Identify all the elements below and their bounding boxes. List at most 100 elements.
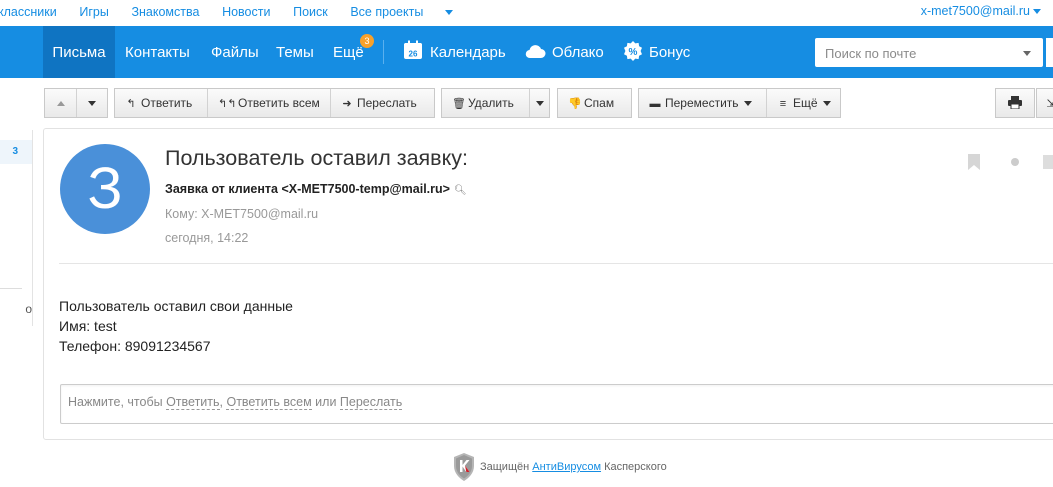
message-subject: Пользователь оставил заявку: — [165, 146, 468, 170]
user-email-menu[interactable]: x-met7500@mail.ru — [921, 4, 1041, 18]
reply-all-button[interactable]: ↰↰ Ответить всем — [208, 89, 330, 117]
spam-label: Спам — [584, 96, 615, 110]
delete-button[interactable]: 🗑 Удалить — [442, 89, 528, 117]
quick-forward-link[interactable]: Переслать — [339, 395, 403, 410]
message-body: Пользователь оставил свои данные Имя: te… — [59, 296, 293, 356]
delete-options-button[interactable] — [530, 89, 549, 117]
avatar: З — [60, 144, 150, 234]
nav-cloud-label: Облако — [552, 44, 604, 61]
magnifier-icon[interactable]: 🔍︎ — [454, 185, 467, 196]
reply-label: Ответить — [141, 96, 193, 110]
more-button[interactable]: ≡ Ещё — [767, 89, 840, 117]
message-from[interactable]: Заявка от клиента <X-MET7500-temp@mail.r… — [165, 182, 467, 196]
reply-icon: ↰ — [126, 98, 136, 110]
printer-icon — [1008, 96, 1022, 110]
spam-button[interactable]: 👎 Спам — [557, 88, 632, 118]
portal-bar: классники Игры Знакомства Новости Поиск … — [0, 0, 1053, 26]
prev-message-button[interactable] — [45, 89, 76, 117]
body-line: Телефон: 89091234567 — [59, 338, 211, 354]
user-email: x-met7500@mail.ru — [920, 4, 1030, 18]
quick-reply-comma: , — [219, 395, 223, 409]
portal-link-dating[interactable]: Знакомства — [131, 5, 199, 19]
sender: Заявка от клиента <X-MET7500-temp@mail.r… — [165, 182, 450, 196]
nav-contacts[interactable]: Контакты — [125, 26, 190, 78]
portal-link-search[interactable]: Поиск — [293, 5, 328, 19]
folder-sidebar: 3 о — [0, 130, 33, 330]
sidebar-divider — [0, 288, 22, 289]
nav-bonus-label: Бонус — [649, 44, 691, 61]
folder-icon: ▬ — [649, 98, 661, 110]
quick-reply-box[interactable]: Нажмите, чтобы Ответить, Ответить всем и… — [60, 384, 1053, 424]
chevron-down-icon — [743, 101, 752, 107]
bonus-icon: % — [624, 41, 642, 61]
nav-cloud[interactable]: Облако — [524, 26, 604, 78]
quick-reply-prefix: Нажмите, чтобы — [68, 395, 163, 409]
nav-divider — [383, 40, 384, 64]
nav-mail[interactable]: Письма — [43, 26, 115, 78]
nav-files[interactable]: Файлы — [211, 26, 259, 78]
expand-icon: ⇲ — [1046, 98, 1053, 110]
portal-link-games[interactable]: Игры — [79, 5, 108, 19]
nav-more[interactable]: Ещё 3 — [333, 26, 374, 78]
fullscreen-button[interactable]: ⇲ — [1036, 88, 1053, 118]
forward-label: Переслать — [357, 96, 417, 110]
kaspersky-shield-icon — [454, 453, 474, 481]
antivirus-link[interactable]: АнтиВирусом — [532, 461, 601, 473]
print-button[interactable] — [995, 88, 1035, 118]
chevron-down-icon — [535, 101, 544, 107]
move-button[interactable]: ▬ Переместить — [639, 89, 766, 117]
forward-icon: ➜ — [342, 98, 352, 110]
portal-link-all-projects[interactable]: Все проекты — [350, 5, 472, 19]
menu-icon: ≡ — [779, 98, 787, 110]
svg-text:%: % — [629, 47, 638, 58]
nav-calendar[interactable]: 26 Календарь — [403, 26, 506, 78]
quick-reply-hint: Нажмите, чтобы Ответить, Ответить всем и… — [68, 395, 403, 410]
arrow-down-icon — [88, 101, 96, 107]
antivirus-text: Защищён АнтиВирусом Касперского — [480, 461, 667, 473]
more-actions-icon[interactable] — [1043, 155, 1053, 169]
chevron-down-icon — [1033, 9, 1041, 15]
nav-calendar-label: Календарь — [430, 44, 506, 61]
chevron-down-icon — [822, 101, 831, 107]
portal-link-news[interactable]: Новости — [222, 5, 270, 19]
bookmark-icon[interactable] — [968, 154, 980, 170]
next-message-button[interactable] — [77, 89, 107, 117]
nav-themes[interactable]: Темы — [276, 26, 314, 78]
reply-group: ↰ Ответить ↰↰ Ответить всем ➜ Переслать — [114, 88, 435, 118]
unread-count: 3 — [12, 146, 18, 157]
search-options-chevron-icon[interactable] — [1023, 51, 1031, 56]
calendar-icon: 26 — [404, 40, 422, 59]
forward-button[interactable]: ➜ Переслать — [331, 89, 434, 117]
quick-reply-all-link[interactable]: Ответить всем — [226, 395, 312, 410]
reply-button[interactable]: ↰ Ответить — [115, 89, 207, 117]
reply-all-icon: ↰↰ — [218, 98, 237, 110]
quick-reply-or: или — [315, 395, 337, 409]
move-label: Переместить — [665, 96, 739, 110]
more-label: Ещё — [793, 96, 818, 110]
kaspersky-label: Касперского — [604, 461, 667, 473]
reply-all-label: Ответить всем — [238, 96, 320, 110]
body-line: Имя: test — [59, 318, 117, 334]
mail-search — [815, 38, 1043, 69]
cloud-icon — [525, 45, 546, 59]
arrow-up-icon — [56, 101, 65, 107]
read-status-icon[interactable] — [1011, 158, 1019, 166]
portal-links: классники Игры Знакомства Новости Поиск … — [0, 4, 491, 19]
header-divider — [59, 263, 1053, 264]
portal-link-odnoklassniki[interactable]: классники — [0, 5, 57, 19]
calendar-day: 26 — [409, 50, 418, 59]
sidebar-item-fragment[interactable]: о — [25, 302, 32, 316]
search-button[interactable] — [1046, 38, 1053, 67]
sidebar-item-inbox[interactable]: 3 — [0, 140, 32, 164]
nav-arrows-group — [44, 88, 108, 118]
search-input[interactable] — [823, 38, 1017, 69]
chevron-down-icon — [445, 10, 454, 16]
body-line: Пользователь оставил свои данные — [59, 298, 293, 314]
delete-group: 🗑 Удалить — [441, 88, 550, 118]
move-more-group: ▬ Переместить ≡ Ещё — [638, 88, 841, 118]
nav-more-badge: 3 — [360, 34, 374, 48]
nav-more-label: Ещё — [333, 44, 364, 61]
nav-bonus[interactable]: % Бонус — [623, 26, 690, 78]
quick-reply-link[interactable]: Ответить — [166, 395, 220, 410]
delete-label: Удалить — [468, 96, 514, 110]
